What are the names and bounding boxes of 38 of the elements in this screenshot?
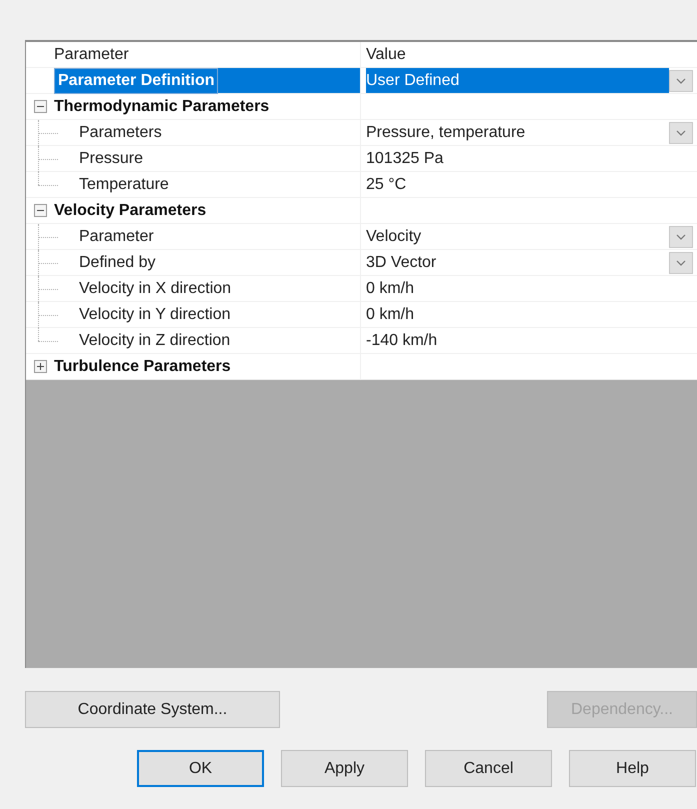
property-value[interactable]: 101325 Pa (366, 146, 444, 170)
collapse-icon[interactable] (34, 100, 46, 113)
property-name[interactable]: Temperature (76, 172, 172, 196)
property-value[interactable]: 3D Vector (366, 250, 436, 274)
chevron-down-icon (676, 260, 686, 266)
property-value[interactable]: 25 °C (366, 172, 406, 196)
property-name[interactable]: Parameter Definition (54, 68, 218, 94)
collapse-icon[interactable] (34, 204, 46, 217)
column-header[interactable]: Value (366, 42, 406, 66)
group-title: Velocity Parameters (54, 200, 206, 220)
property-value[interactable]: 0 km/h (366, 276, 414, 300)
property-name[interactable]: Parameter (76, 224, 157, 248)
property-name[interactable]: Velocity in Z direction (76, 328, 234, 352)
property-name[interactable]: Velocity in X direction (76, 276, 234, 300)
expand-icon[interactable] (34, 360, 46, 373)
property-value[interactable]: -140 km/h (366, 328, 438, 352)
chevron-down-icon (676, 234, 686, 240)
dialog-button[interactable]: Help (569, 750, 696, 787)
dialog-button[interactable]: Cancel (425, 750, 552, 787)
property-value[interactable]: Pressure, temperature (366, 120, 526, 144)
property-name[interactable]: Pressure (76, 146, 146, 170)
property-name[interactable]: Defined by (76, 250, 158, 274)
dropdown-button[interactable] (669, 226, 693, 248)
chevron-down-icon (676, 130, 686, 136)
dialog-button[interactable]: OK (137, 750, 264, 787)
dialog-button[interactable]: Apply (281, 750, 408, 787)
chevron-down-icon (676, 78, 686, 84)
dropdown-button[interactable] (669, 70, 693, 92)
coordinate-system-button[interactable]: Coordinate System... (25, 691, 280, 728)
property-value[interactable]: Velocity (366, 224, 422, 248)
group-title: Thermodynamic Parameters (54, 96, 270, 116)
column-header[interactable]: Parameter (54, 42, 129, 66)
dropdown-button[interactable] (669, 122, 693, 144)
group-title: Turbulence Parameters (54, 356, 231, 376)
property-name[interactable]: Parameters (76, 120, 165, 144)
dropdown-button[interactable] (669, 252, 693, 274)
property-value[interactable]: 0 km/h (366, 302, 414, 326)
property-name[interactable]: Velocity in Y direction (76, 302, 234, 326)
